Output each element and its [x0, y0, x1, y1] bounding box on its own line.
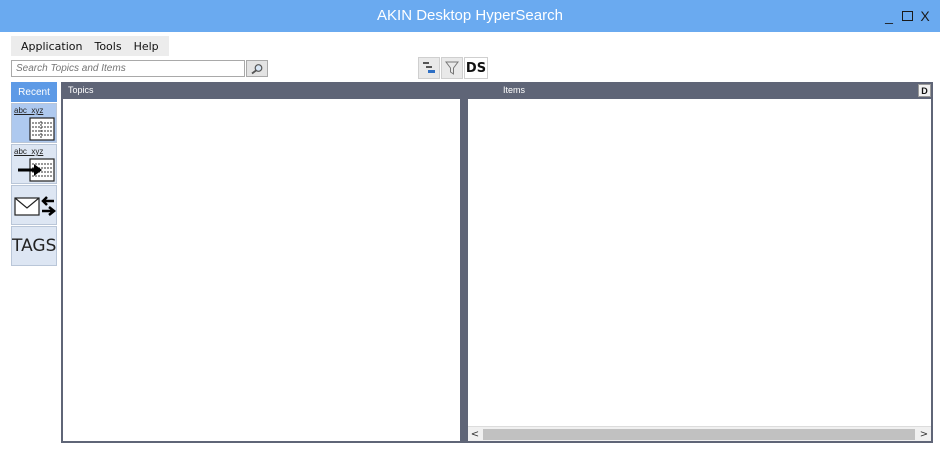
menu-bar: Application Tools Help [11, 36, 169, 56]
topics-header: Topics [61, 82, 463, 99]
maximize-button[interactable] [900, 8, 914, 24]
close-button[interactable]: X [918, 8, 932, 24]
panel-splitter[interactable] [460, 99, 468, 443]
filter-button[interactable] [441, 57, 463, 79]
tags-label: TAGS [12, 236, 57, 256]
recent-topic-button[interactable]: abc_xyz [11, 103, 57, 143]
scroll-right-arrow[interactable]: > [917, 427, 931, 442]
note-card-arrow-icon [18, 158, 55, 182]
recent-topic-label: abc_xyz [14, 106, 44, 115]
note-card-icon [29, 117, 55, 141]
tags-button[interactable]: TAGS [11, 226, 57, 266]
items-header-label: Items [503, 85, 526, 95]
title-bar: AKIN Desktop HyperSearch _ X [0, 0, 940, 32]
maximize-icon [901, 11, 913, 21]
menu-help[interactable]: Help [134, 40, 159, 53]
mail-exchange-icon [14, 196, 56, 216]
items-header: Items D [463, 82, 933, 99]
window-title: AKIN Desktop HyperSearch [377, 7, 563, 24]
window-controls: _ X [882, 8, 932, 24]
hierarchy-button[interactable] [418, 57, 440, 79]
link-topic-button[interactable]: abc_xyz [11, 144, 57, 184]
mail-exchange-button[interactable] [11, 185, 57, 225]
scroll-left-arrow[interactable]: < [468, 427, 482, 442]
search-input[interactable] [11, 60, 245, 77]
app-window: AKIN Desktop HyperSearch _ X Application… [0, 0, 940, 450]
ds-button[interactable]: DS [464, 57, 488, 79]
d-button[interactable]: D [918, 84, 931, 97]
hierarchy-icon [423, 62, 435, 73]
search-icon [251, 63, 263, 74]
menu-application[interactable]: Application [21, 40, 82, 53]
topics-header-label: Topics [68, 85, 94, 95]
filter-icon [445, 61, 459, 75]
items-horizontal-scrollbar[interactable]: < > [468, 426, 931, 441]
scroll-thumb[interactable] [483, 429, 915, 440]
recent-tab[interactable]: Recent [11, 82, 57, 102]
minimize-button[interactable]: _ [882, 8, 896, 24]
menu-tools[interactable]: Tools [94, 40, 121, 53]
search-button[interactable] [246, 60, 268, 77]
items-panel[interactable] [468, 99, 933, 443]
sidebar: Recent abc_xyz abc_xyz TAGS [11, 82, 57, 266]
topics-panel[interactable] [61, 99, 462, 443]
link-topic-label: abc_xyz [14, 147, 44, 156]
toolbar: DS [418, 57, 488, 79]
